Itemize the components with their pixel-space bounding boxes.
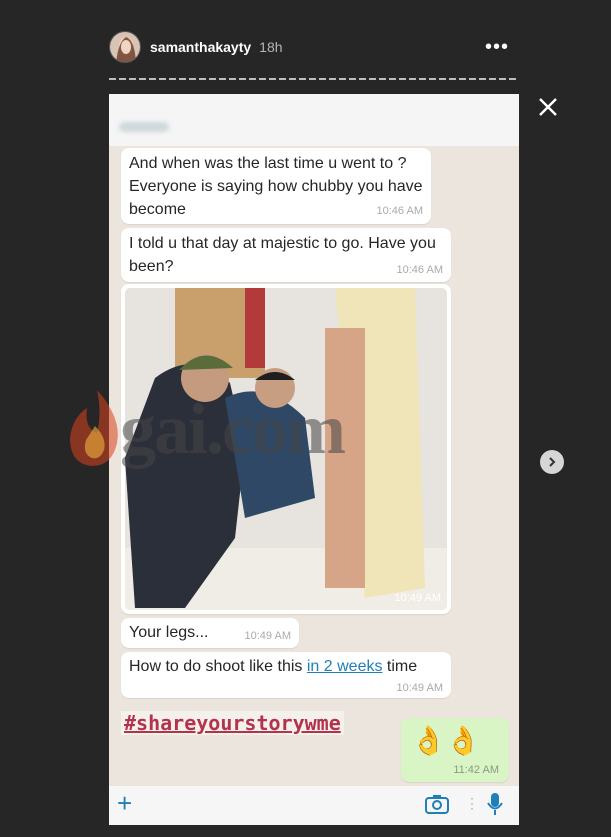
message-text: How to do shoot like this in 2 weeks tim… — [129, 655, 417, 678]
message-bubble: How to do shoot like this in 2 weeks tim… — [121, 652, 451, 698]
more-icon: ⋮ — [465, 795, 479, 811]
story-header: samanthakayty 18h ••• — [109, 30, 519, 64]
username[interactable]: samanthakayty — [150, 39, 251, 55]
message-time: 10:49 AM — [244, 630, 291, 642]
microphone-icon[interactable] — [487, 792, 503, 821]
message-bubble: I told u that day at majestic to go. Hav… — [121, 228, 451, 282]
chat-input-bar: + ⋮ — [109, 786, 519, 825]
story-progress-bar — [109, 78, 519, 80]
hashtag-sticker[interactable]: #shareyourstorywme — [121, 711, 344, 735]
sent-message-bubble: 👌👌 11:42 AM — [401, 718, 509, 782]
message-text-after: time — [382, 658, 418, 675]
post-time: 18h — [259, 39, 283, 55]
next-story-button[interactable] — [540, 450, 564, 474]
message-time: 10:46 AM — [376, 205, 423, 217]
message-time: 10:46 AM — [396, 264, 443, 276]
camera-icon[interactable] — [425, 794, 449, 819]
plus-icon[interactable]: + — [117, 790, 132, 816]
more-options-icon[interactable]: ••• — [485, 37, 509, 57]
watermark-text: gai.com — [120, 389, 346, 469]
message-time: 11:42 AM — [453, 764, 499, 776]
avatar[interactable] — [109, 31, 141, 63]
chat-header — [109, 94, 519, 146]
message-time: 10:49 AM — [396, 682, 443, 694]
chevron-right-icon — [549, 457, 556, 467]
message-text-before: How to do shoot like this — [129, 658, 307, 675]
date-link[interactable]: in 2 weeks — [307, 658, 383, 675]
close-icon[interactable] — [537, 96, 559, 118]
message-time: 10:49 AM — [394, 592, 441, 604]
message-bubble: Your legs... 10:49 AM — [121, 618, 299, 648]
message-bubble: And when was the last time u went to ? E… — [121, 148, 431, 224]
ok-hand-emoji: 👌👌 — [411, 725, 481, 756]
message-text: Your legs... — [129, 624, 209, 641]
message-text: I told u that day at majestic to go. Hav… — [129, 235, 436, 275]
contact-name-blurred — [119, 122, 169, 132]
